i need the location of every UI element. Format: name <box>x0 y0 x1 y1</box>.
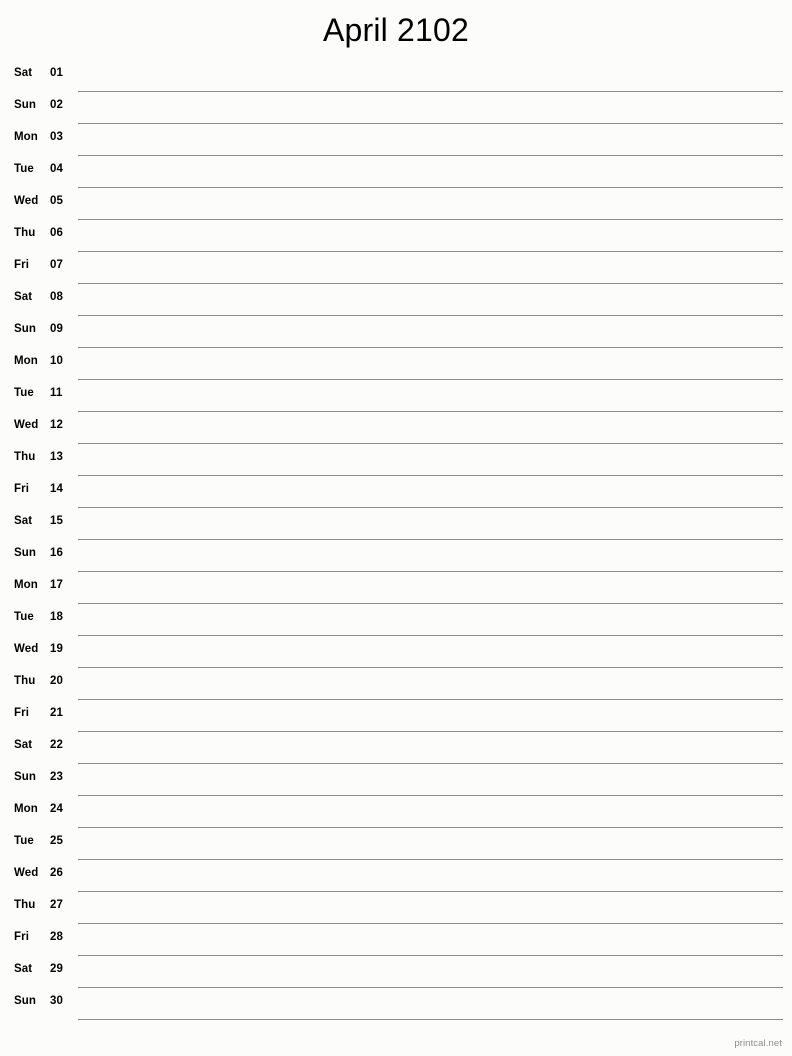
day-number-label: 29 <box>50 963 63 975</box>
day-weekday-label: Sat <box>14 739 33 751</box>
day-row: Sun 02 <box>0 92 792 124</box>
page-title: April 2102 <box>322 12 470 48</box>
day-weekday-label: Fri <box>14 931 29 943</box>
day-weekday-label: Sun <box>14 547 37 559</box>
day-number-label: 23 <box>50 771 63 783</box>
day-number-label: 18 <box>50 611 63 623</box>
day-weekday-label: Sat <box>14 291 33 303</box>
day-weekday-label: Sat <box>14 963 33 975</box>
day-weekday-label: Wed <box>14 643 39 655</box>
day-number-label: 17 <box>50 579 63 591</box>
day-weekday-label: Fri <box>14 707 29 719</box>
day-number-label: 16 <box>50 547 63 559</box>
day-number-label: 13 <box>50 451 63 463</box>
day-row: Thu 13 <box>0 444 792 476</box>
day-number-label: 21 <box>50 707 63 719</box>
day-weekday-label: Sun <box>14 99 37 111</box>
day-row: Wed 05 <box>0 188 792 220</box>
day-number-label: 25 <box>50 835 63 847</box>
day-row: Mon 17 <box>0 572 792 604</box>
day-row: Sat 08 <box>0 284 792 316</box>
day-weekday-label: Thu <box>14 899 36 911</box>
day-number-label: 26 <box>50 867 63 879</box>
day-weekday-label: Tue <box>14 611 34 623</box>
day-row: Wed 19 <box>0 636 792 668</box>
day-number-label: 06 <box>50 227 63 239</box>
day-rows-list: Sat 01 Sun 02 Mon 03 Tue 04 Wed 05 Thu 06 Fri 07 Sat 08… <box>0 60 792 1020</box>
day-number-label: 07 <box>50 259 63 271</box>
day-row: Tue 25 <box>0 828 792 860</box>
day-weekday-label: Mon <box>14 579 38 591</box>
day-number-label: 03 <box>50 131 63 143</box>
day-weekday-label: Wed <box>14 195 39 207</box>
day-row: Fri 14 <box>0 476 792 508</box>
day-row: Thu 20 <box>0 668 792 700</box>
day-row: Sun 09 <box>0 316 792 348</box>
day-number-label: 04 <box>50 163 63 175</box>
day-number-label: 05 <box>50 195 63 207</box>
day-number-label: 27 <box>50 899 63 911</box>
day-row: Tue 04 <box>0 156 792 188</box>
day-weekday-label: Thu <box>14 675 36 687</box>
day-number-label: 15 <box>50 515 63 527</box>
day-weekday-label: Wed <box>14 419 39 431</box>
day-row: Fri 07 <box>0 252 792 284</box>
day-weekday-label: Tue <box>14 163 34 175</box>
day-number-label: 28 <box>50 931 63 943</box>
day-row: Sun 30 <box>0 988 792 1020</box>
day-row: Sun 23 <box>0 764 792 796</box>
day-weekday-label: Fri <box>14 483 29 495</box>
day-row: Sun 16 <box>0 540 792 572</box>
day-weekday-label: Mon <box>14 131 38 143</box>
day-weekday-label: Sun <box>14 323 37 335</box>
day-weekday-label: Sat <box>14 67 33 79</box>
day-weekday-label: Thu <box>14 451 36 463</box>
day-row: Thu 27 <box>0 892 792 924</box>
day-weekday-label: Wed <box>14 867 39 879</box>
day-row: Sat 29 <box>0 956 792 988</box>
day-row: Tue 18 <box>0 604 792 636</box>
day-row: Sat 22 <box>0 732 792 764</box>
day-row: Sat 15 <box>0 508 792 540</box>
day-weekday-label: Mon <box>14 803 38 815</box>
footer-watermark: printcal.net <box>734 1038 782 1049</box>
day-row: Wed 12 <box>0 412 792 444</box>
day-weekday-label: Mon <box>14 355 38 367</box>
day-row: Wed 26 <box>0 860 792 892</box>
day-number-label: 19 <box>50 643 63 655</box>
day-row: Mon 03 <box>0 124 792 156</box>
day-number-label: 09 <box>50 323 63 335</box>
day-writing-line[interactable] <box>78 1019 783 1020</box>
day-row: Fri 28 <box>0 924 792 956</box>
day-number-label: 11 <box>50 387 63 399</box>
day-number-label: 20 <box>50 675 63 687</box>
day-number-label: 01 <box>50 67 63 79</box>
day-number-label: 30 <box>50 995 63 1007</box>
day-weekday-label: Sun <box>14 995 37 1007</box>
calendar-page: April 2102 Sat 01 Sun 02 Mon 03 Tue 04 Wed 05 Thu 0… <box>0 0 792 1056</box>
day-number-label: 02 <box>50 99 63 111</box>
day-row: Sat 01 <box>0 60 792 92</box>
day-number-label: 24 <box>50 803 63 815</box>
day-weekday-label: Sun <box>14 771 37 783</box>
day-row: Thu 06 <box>0 220 792 252</box>
day-row: Mon 10 <box>0 348 792 380</box>
day-number-label: 22 <box>50 739 63 751</box>
day-weekday-label: Tue <box>14 387 34 399</box>
day-row: Mon 24 <box>0 796 792 828</box>
day-weekday-label: Tue <box>14 835 34 847</box>
day-row: Fri 21 <box>0 700 792 732</box>
day-row: Tue 11 <box>0 380 792 412</box>
day-number-label: 10 <box>50 355 63 367</box>
day-number-label: 08 <box>50 291 63 303</box>
day-weekday-label: Fri <box>14 259 29 271</box>
day-weekday-label: Thu <box>14 227 36 239</box>
day-number-label: 14 <box>50 483 63 495</box>
day-weekday-label: Sat <box>14 515 33 527</box>
day-number-label: 12 <box>50 419 63 431</box>
